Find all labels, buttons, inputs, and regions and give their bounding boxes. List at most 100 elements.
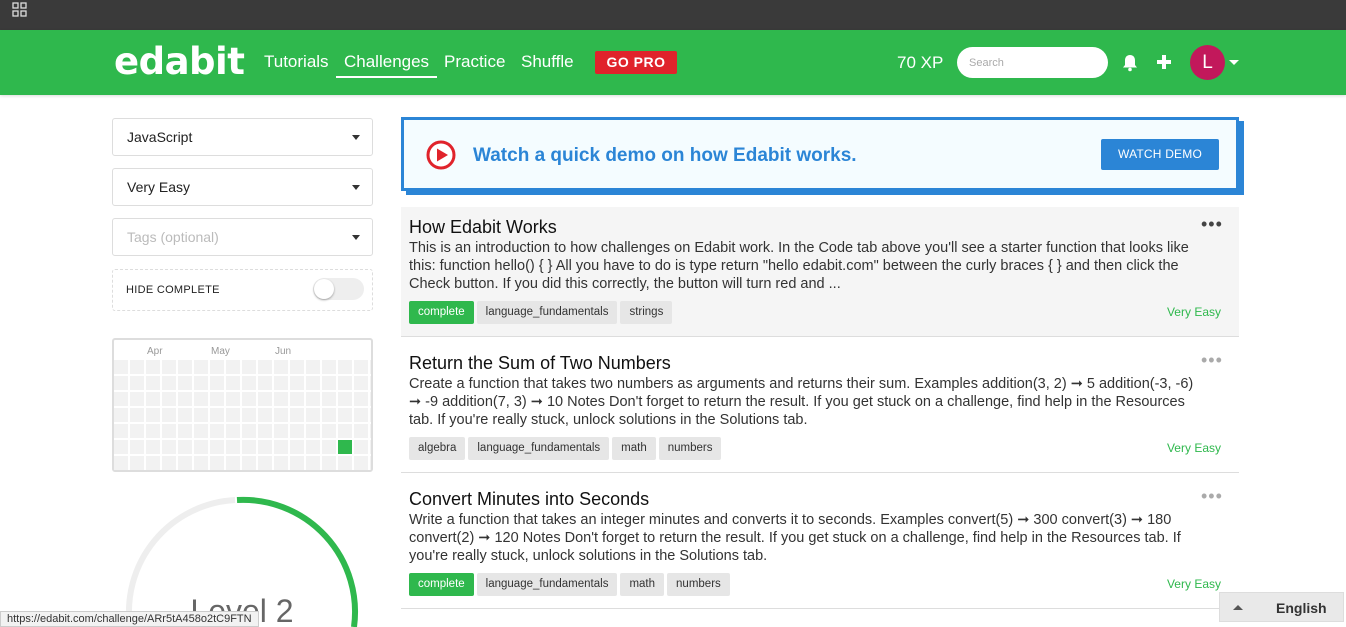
- heatmap-cell: [194, 408, 208, 422]
- heatmap-cell: [226, 408, 240, 422]
- heatmap-cell: [290, 424, 304, 438]
- heatmap-cell: [162, 360, 176, 374]
- heatmap-cell: [354, 424, 368, 438]
- heatmap-cell: [242, 360, 256, 374]
- challenge-card[interactable]: Convert Minutes into Seconds Write a fun…: [401, 479, 1239, 609]
- heatmap-cell: [130, 424, 144, 438]
- tags-select[interactable]: Tags (optional): [112, 218, 373, 256]
- heatmap-cell: [226, 376, 240, 390]
- tag[interactable]: math: [620, 573, 665, 596]
- tag[interactable]: language_fundamentals: [476, 573, 618, 596]
- heatmap-cell: [226, 440, 240, 454]
- tag[interactable]: language_fundamentals: [468, 437, 610, 460]
- heatmap-cell: [306, 408, 320, 422]
- heatmap-cell: [162, 392, 176, 406]
- more-menu-icon[interactable]: •••: [1201, 487, 1223, 505]
- nav-tutorials[interactable]: Tutorials: [264, 52, 329, 72]
- challenge-title[interactable]: How Edabit Works: [409, 217, 557, 238]
- challenge-description: Write a function that takes an integer m…: [409, 512, 1181, 564]
- tag-list: algebra language_fundamentals math numbe…: [409, 437, 722, 460]
- challenge-description: This is an introduction to how challenge…: [409, 240, 1189, 292]
- tag[interactable]: algebra: [409, 437, 466, 460]
- heatmap-cell: [194, 456, 208, 470]
- heatmap-cell: [114, 376, 128, 390]
- more-menu-icon[interactable]: •••: [1201, 351, 1223, 369]
- heatmap-cell: [130, 408, 144, 422]
- hide-complete-toggle[interactable]: [313, 278, 364, 300]
- heatmap-cell: [370, 392, 371, 406]
- heatmap-cell: [338, 424, 352, 438]
- language-selector[interactable]: English: [1219, 592, 1344, 622]
- heatmap-cell: [194, 440, 208, 454]
- heatmap-cell: [370, 376, 371, 390]
- heatmap-cell: [210, 392, 224, 406]
- heatmap-cell: [258, 456, 272, 470]
- heatmap-cell: [274, 392, 288, 406]
- heatmap-cell: [178, 440, 192, 454]
- heatmap-cell: [194, 424, 208, 438]
- heatmap-cell: [370, 408, 371, 422]
- plus-icon[interactable]: [1155, 53, 1173, 71]
- heatmap-cell: [130, 456, 144, 470]
- heatmap-cell: [242, 424, 256, 438]
- xp-counter: 70 XP: [897, 53, 944, 72]
- challenge-title[interactable]: Return the Sum of Two Numbers: [409, 353, 671, 374]
- difficulty-select[interactable]: Very Easy: [112, 168, 373, 206]
- chevron-down-icon: [352, 135, 360, 140]
- heatmap-cell: [322, 456, 336, 470]
- challenge-card[interactable]: Return the Sum of Two Numbers Create a f…: [401, 343, 1239, 473]
- search-input[interactable]: [957, 47, 1108, 78]
- go-pro-button[interactable]: GO PRO: [595, 51, 677, 74]
- heatmap-cell: [258, 392, 272, 406]
- play-icon[interactable]: [426, 140, 456, 170]
- edabit-logo[interactable]: edabit: [114, 40, 245, 83]
- tag[interactable]: math: [612, 437, 656, 460]
- nav-practice[interactable]: Practice: [444, 52, 505, 72]
- heatmap-cell: [354, 392, 368, 406]
- heatmap-cell: [258, 440, 272, 454]
- tag-complete[interactable]: complete: [409, 573, 474, 596]
- heatmap-cell: [290, 440, 304, 454]
- heatmap-cell: [146, 424, 160, 438]
- challenge-title[interactable]: Convert Minutes into Seconds: [409, 489, 649, 510]
- heatmap-cell: [226, 392, 240, 406]
- more-menu-icon[interactable]: •••: [1201, 215, 1223, 233]
- tags-select-placeholder: Tags (optional): [127, 229, 219, 245]
- heatmap-cell: [178, 456, 192, 470]
- heatmap-cell: [354, 376, 368, 390]
- challenge-card[interactable]: How Edabit Works This is an introduction…: [401, 207, 1239, 337]
- language-select[interactable]: JavaScript: [112, 118, 373, 156]
- heatmap-cell: [354, 440, 368, 454]
- tag[interactable]: numbers: [667, 573, 730, 596]
- hide-complete-label: HIDE COMPLETE: [126, 284, 220, 296]
- heatmap-cell: [306, 424, 320, 438]
- heatmap-cell: [162, 408, 176, 422]
- tag[interactable]: numbers: [658, 437, 722, 460]
- chevron-down-icon[interactable]: [1229, 60, 1239, 65]
- demo-text[interactable]: Watch a quick demo on how Edabit works.: [473, 145, 857, 167]
- heatmap-cell: [210, 376, 224, 390]
- bell-icon[interactable]: [1122, 54, 1138, 72]
- watch-demo-button[interactable]: WATCH DEMO: [1101, 139, 1219, 170]
- tag-complete[interactable]: complete: [409, 301, 474, 324]
- nav-challenges[interactable]: Challenges: [336, 52, 438, 78]
- heatmap-cell: [210, 456, 224, 470]
- difficulty-label: Very Easy: [1166, 441, 1221, 455]
- heatmap-cell: [162, 376, 176, 390]
- heatmap-cell: [258, 424, 272, 438]
- tag-list: complete language_fundamentals strings: [409, 301, 673, 324]
- heatmap-cell: [178, 376, 192, 390]
- heatmap-cell: [258, 376, 272, 390]
- heatmap-cell: [226, 424, 240, 438]
- tag[interactable]: strings: [620, 301, 673, 324]
- toggle-knob: [314, 279, 334, 299]
- heatmap-cell: [130, 376, 144, 390]
- heatmap-cell: [146, 360, 160, 374]
- heatmap-cell: [338, 392, 352, 406]
- heatmap-cell: [146, 392, 160, 406]
- grid-icon[interactable]: [12, 2, 28, 18]
- tag[interactable]: language_fundamentals: [476, 301, 618, 324]
- avatar[interactable]: L: [1190, 45, 1225, 80]
- language-label: English: [1276, 600, 1327, 616]
- nav-shuffle[interactable]: Shuffle: [521, 52, 574, 72]
